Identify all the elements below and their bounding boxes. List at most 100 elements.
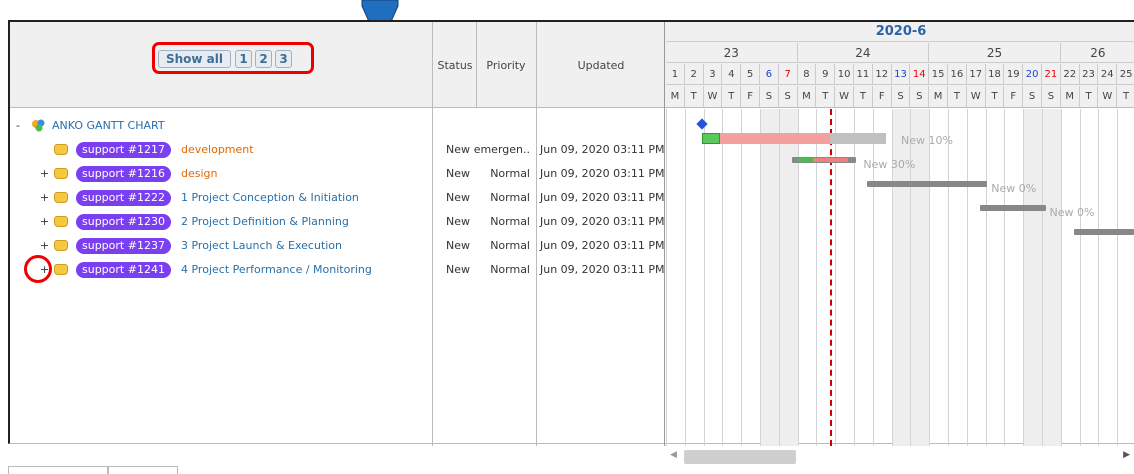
day-label: 2: [684, 64, 704, 85]
weekday-label: T: [722, 86, 742, 107]
grid-line: [1060, 109, 1062, 446]
weekday-label: W: [704, 86, 723, 107]
day-label: 13: [891, 64, 911, 85]
milestone-diamond[interactable]: [696, 118, 708, 130]
updated-cell: Jun 09, 2020 03:11 PM: [540, 263, 665, 276]
day-label: 4: [722, 64, 742, 85]
grid-line: [703, 109, 705, 446]
summary-bar[interactable]: [1073, 229, 1134, 235]
grid-line: [1117, 109, 1119, 446]
task-overdue-bar: [701, 133, 830, 144]
updated-cell: Jun 09, 2020 03:11 PM: [540, 239, 665, 252]
day-label: 9: [816, 64, 836, 85]
day-label: 20: [1023, 64, 1042, 85]
gantt-panel: Show all 1 2 3 Status Priority Updated 2…: [8, 20, 1134, 446]
root-title[interactable]: ANKO GANTT CHART: [52, 119, 165, 132]
weekday-label: S: [892, 86, 911, 107]
page-3-button[interactable]: 3: [275, 50, 292, 68]
timeline-month: 2020-6: [666, 22, 1134, 42]
expand-toggle[interactable]: +: [40, 239, 49, 252]
expand-toggle[interactable]: +: [40, 191, 49, 204]
summary-bar[interactable]: [979, 205, 1046, 211]
task-folder-icon: [54, 192, 68, 203]
expand-toggle[interactable]: +: [40, 215, 49, 228]
weekday-label: W: [835, 86, 854, 107]
weekday-label: S: [1042, 86, 1061, 107]
show-all-button[interactable]: Show all: [158, 50, 231, 68]
day-label: 11: [854, 64, 873, 85]
task-title[interactable]: 3 Project Launch & Execution: [181, 239, 342, 252]
bar-label: New 0%: [1049, 206, 1095, 219]
weekday-label: T: [816, 86, 836, 107]
expand-toggle[interactable]: +: [40, 167, 49, 180]
weekday-label: T: [948, 86, 967, 107]
horizontal-scrollbar[interactable]: ◀ ▶: [666, 446, 1134, 468]
weekday-label: T: [685, 86, 704, 107]
day-label: 6: [760, 64, 779, 85]
tracker-badge[interactable]: support #1237: [76, 238, 171, 254]
bar-label: New 10%: [901, 134, 953, 147]
weekday-label: T: [1080, 86, 1099, 107]
tracker-badge[interactable]: support #1217: [76, 142, 171, 158]
priority-cell: Normal: [490, 239, 530, 252]
priority-cell: Normal: [490, 191, 530, 204]
week-label: 24: [797, 43, 930, 63]
scroll-left-icon[interactable]: ◀: [670, 450, 677, 460]
priority-cell: emergen..: [473, 143, 530, 156]
updated-cell: Jun 09, 2020 03:11 PM: [540, 215, 665, 228]
task-title[interactable]: development: [181, 143, 254, 156]
grid-line: [929, 109, 931, 446]
page-1-button[interactable]: 1: [235, 50, 252, 68]
tracker-badge[interactable]: support #1222: [76, 190, 171, 206]
priority-column-header[interactable]: Priority: [478, 59, 534, 72]
updated-cell: Jun 09, 2020 03:11 PM: [540, 143, 665, 156]
project-icon: [32, 119, 45, 132]
task-title[interactable]: design: [181, 167, 218, 180]
weekday-label: S: [910, 86, 930, 107]
task-title[interactable]: 2 Project Definition & Planning: [181, 215, 349, 228]
weekend-shade: [1023, 109, 1042, 446]
task-folder-icon: [54, 240, 68, 251]
weekday-label: S: [760, 86, 779, 107]
weekday-label: F: [873, 86, 892, 107]
task-folder-icon: [54, 264, 68, 275]
updated-column-header[interactable]: Updated: [538, 59, 664, 72]
root-row[interactable]: - ANKO GANTT CHART: [10, 116, 430, 140]
collapse-toggle[interactable]: -: [16, 119, 20, 132]
bar-label: New 30%: [863, 158, 916, 171]
grid-line: [1079, 109, 1081, 446]
grid-line: [948, 109, 949, 446]
gantt-header: Show all 1 2 3 Status Priority Updated 2…: [10, 22, 1134, 108]
tracker-badge[interactable]: support #1216: [76, 166, 171, 182]
day-label: 14: [910, 64, 930, 85]
scroll-thumb[interactable]: [684, 450, 796, 464]
summary-bar[interactable]: [867, 181, 988, 187]
priority-cell: Normal: [490, 263, 530, 276]
day-label: 17: [966, 64, 986, 85]
status-cell: New: [446, 191, 470, 204]
task-title[interactable]: 4 Project Performance / Monitoring: [181, 263, 372, 276]
day-label: 18: [985, 64, 1005, 85]
weekday-label: W: [1098, 86, 1118, 107]
week-label: 25: [929, 43, 1061, 63]
scroll-right-icon[interactable]: ▶: [1123, 450, 1130, 460]
grid-line: [778, 109, 780, 446]
pager-highlight: Show all 1 2 3: [152, 42, 314, 74]
tracker-badge[interactable]: support #1230: [76, 214, 171, 230]
bar-label: New 0%: [991, 182, 1037, 195]
day-label: 24: [1098, 64, 1118, 85]
tracker-badge[interactable]: support #1241: [76, 262, 171, 278]
weekday-label: T: [986, 86, 1005, 107]
priority-cell: Normal: [490, 215, 530, 228]
task-folder-icon: [54, 144, 68, 155]
grid-line: [1098, 109, 1100, 446]
status-cell: New: [446, 143, 470, 156]
day-label: 23: [1079, 64, 1099, 85]
task-title[interactable]: 1 Project Conception & Initiation: [181, 191, 359, 204]
grid-line: [966, 109, 968, 446]
priority-cell: Normal: [490, 167, 530, 180]
status-column-header[interactable]: Status: [434, 59, 476, 72]
day-label: 7: [778, 64, 798, 85]
day-label: 19: [1004, 64, 1024, 85]
page-2-button[interactable]: 2: [255, 50, 272, 68]
